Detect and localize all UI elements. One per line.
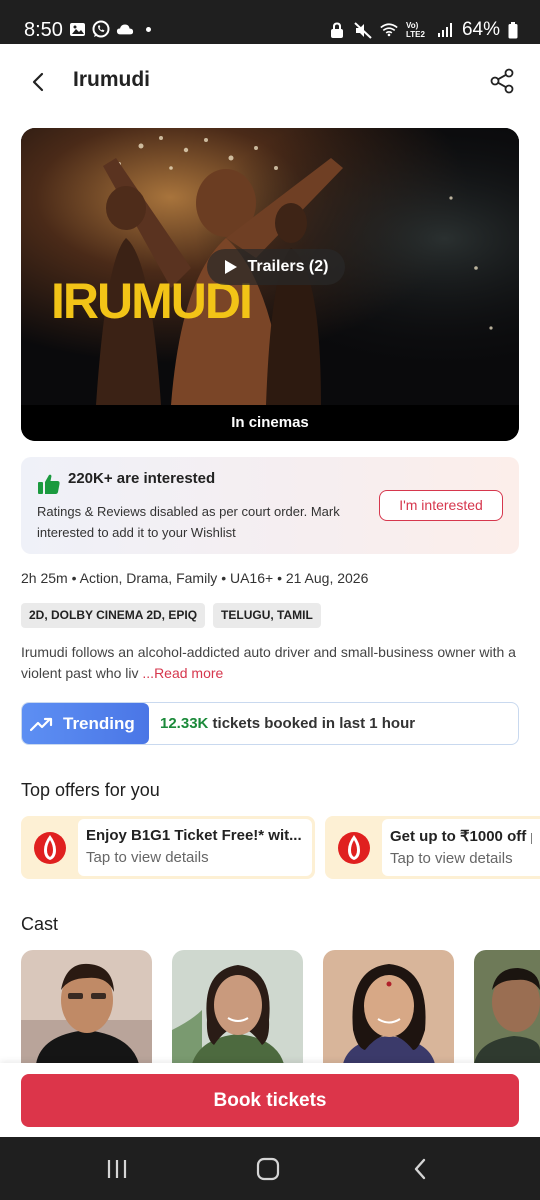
battery-icon xyxy=(508,21,518,38)
tickets-booked-count: 12.33K xyxy=(160,715,209,732)
movie-meta-line: 2h 25m • Action, Drama, Family • UA16+ •… xyxy=(21,570,369,586)
interest-count: 220K+ are interested xyxy=(68,470,216,487)
system-nav-bar xyxy=(0,1137,540,1200)
dot-icon xyxy=(146,26,151,32)
movie-hero[interactable]: IRUMUDI Trailers (2) In cinemas xyxy=(21,128,519,441)
cast-section-title: Cast xyxy=(21,914,59,934)
lock-icon xyxy=(328,21,346,38)
offers-section-title: Top offers for you xyxy=(21,780,160,800)
cloud-icon xyxy=(116,21,134,37)
offer-card[interactable]: Enjoy B1G1 Ticket Free!* wit... Tap to v… xyxy=(21,816,315,879)
back-nav-icon[interactable] xyxy=(407,1157,433,1181)
wifi-icon xyxy=(380,22,398,38)
interest-note: Ratings & Reviews disabled as per court … xyxy=(37,504,340,540)
app-header: Irumudi xyxy=(0,44,540,120)
battery-percent: 64% xyxy=(461,19,500,40)
cast-photo[interactable] xyxy=(172,950,303,1064)
read-more-link[interactable]: ...Read more xyxy=(139,665,223,681)
share-icon[interactable] xyxy=(488,66,516,96)
synopsis-text: Irumudi follows an alcohol-addicted auto… xyxy=(21,644,516,681)
languages-tag: TELUGU, TAMIL xyxy=(213,603,321,628)
signal-icon xyxy=(436,22,454,38)
gallery-icon xyxy=(68,21,86,37)
trailers-button[interactable]: Trailers (2) xyxy=(207,249,345,285)
interest-card: 220K+ are interested Ratings & Reviews d… xyxy=(21,457,519,554)
book-tickets-button[interactable]: Book tickets xyxy=(21,1074,519,1127)
im-interested-button[interactable]: I'm interested xyxy=(379,490,503,521)
offer-card[interactable]: Get up to ₹1000 off p Tap to view detail… xyxy=(325,816,540,879)
back-arrow-icon[interactable] xyxy=(24,68,52,96)
tickets-booked-text: tickets booked in last 1 hour xyxy=(208,715,416,732)
page-title: Irumudi xyxy=(73,68,150,91)
thumbs-up-icon xyxy=(37,473,61,500)
release-status: In cinemas xyxy=(21,405,519,441)
network-label: Vo) LTE2 xyxy=(405,21,425,39)
offer-title: Get up to ₹1000 off p xyxy=(390,828,532,845)
trending-badge: Trending xyxy=(22,703,149,744)
movie-tags: 2D, DOLBY CINEMA 2D, EPIQ TELUGU, TAMIL xyxy=(21,603,321,628)
cast-photo[interactable] xyxy=(323,950,454,1064)
trailers-label: Trailers (2) xyxy=(247,258,329,275)
trending-label: Trending xyxy=(63,713,135,733)
play-icon xyxy=(224,260,237,274)
bank-logo-icon xyxy=(337,831,371,865)
recent-apps-icon[interactable] xyxy=(104,1157,130,1181)
cast-photo[interactable] xyxy=(474,950,540,1064)
status-bar: 8:50 Vo) LTE2 64% xyxy=(0,0,540,44)
offer-subtitle: Tap to view details xyxy=(390,850,513,867)
synopsis: Irumudi follows an alcohol-addicted auto… xyxy=(21,642,521,684)
trending-text: 12.33K tickets booked in last 1 hour xyxy=(160,715,415,732)
offer-title: Enjoy B1G1 Ticket Free!* wit... xyxy=(86,827,302,844)
status-time: 8:50 xyxy=(24,19,63,41)
trending-banner: Trending 12.33K tickets booked in last 1… xyxy=(21,702,519,745)
cast-photo[interactable] xyxy=(21,950,152,1064)
formats-tag: 2D, DOLBY CINEMA 2D, EPIQ xyxy=(21,603,206,628)
offer-subtitle: Tap to view details xyxy=(86,849,209,866)
home-icon[interactable] xyxy=(255,1157,281,1181)
trending-up-icon xyxy=(30,717,53,731)
bank-logo-icon xyxy=(33,831,67,865)
book-bar: Book tickets xyxy=(0,1063,540,1137)
whatsapp-icon xyxy=(92,20,110,38)
mute-icon xyxy=(354,21,372,39)
